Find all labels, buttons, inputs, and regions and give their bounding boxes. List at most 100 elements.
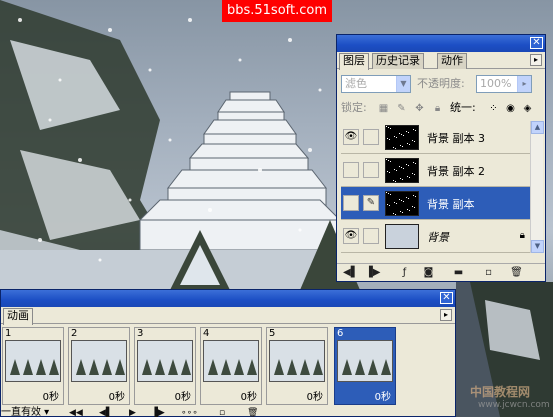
layer-name: 背景 xyxy=(427,231,449,244)
frame-delay[interactable]: 0秒 xyxy=(335,388,391,403)
next-frame-icon[interactable]: ▐▶ xyxy=(151,408,165,417)
trash-icon[interactable]: 🗑︎ xyxy=(247,408,258,417)
frame-number: 4 xyxy=(203,328,210,339)
snow-speck xyxy=(413,129,414,130)
scroll-up-icon[interactable]: ▲ xyxy=(531,121,544,134)
opacity-label: 不透明度: xyxy=(417,77,465,90)
animation-frame[interactable]: 4 0秒 xyxy=(200,327,262,405)
eye-hidden-box[interactable] xyxy=(343,162,359,178)
snow-speck xyxy=(409,144,410,145)
tree-shape xyxy=(89,359,99,375)
panel-menu-button[interactable]: ▸ xyxy=(530,54,542,66)
eye-hidden-box[interactable] xyxy=(343,195,359,211)
snow-speck xyxy=(396,170,397,171)
snow-speck xyxy=(400,145,401,146)
opacity-field[interactable]: 100% ▸ xyxy=(476,75,532,93)
layers-panel: ✕ 图层 历史记录 动作 ▸ 滤色 ▼ 不透明度: 100% ▸ 锁定: ▦ ✎… xyxy=(336,34,546,282)
animation-frame[interactable]: 2 0秒 xyxy=(68,327,130,405)
layer-style-icon[interactable]: ƒ xyxy=(397,266,412,279)
snow-speck xyxy=(408,165,409,166)
frame-delay[interactable]: 0秒 xyxy=(201,388,257,403)
tree-shape xyxy=(36,359,46,375)
tree-shape xyxy=(155,359,165,375)
lock-position-icon[interactable]: ✥ xyxy=(413,102,426,115)
panel-menu-button[interactable]: ▸ xyxy=(440,309,452,321)
layer-row[interactable]: 背景 副本 2 xyxy=(341,154,531,187)
tree-shape xyxy=(208,359,218,375)
link-box[interactable] xyxy=(363,162,379,178)
eye-icon[interactable]: 👁︎ xyxy=(343,129,359,145)
layer-name: 背景 副本 2 xyxy=(427,165,485,178)
frame-delay[interactable]: 0秒 xyxy=(135,388,191,403)
prev-frame-icon[interactable]: ◀▌ xyxy=(99,408,113,417)
snow-speck xyxy=(408,132,409,133)
mask-icon[interactable]: ◙ xyxy=(421,266,436,279)
snow-speck xyxy=(400,211,401,212)
site-logo-url: www.jcwcn.com xyxy=(478,400,550,410)
scroll-down-icon[interactable]: ▼ xyxy=(531,240,544,253)
snow-speck xyxy=(396,137,397,138)
snow-speck xyxy=(406,197,407,198)
animation-frame[interactable]: 1 0秒 xyxy=(2,327,64,405)
brush-icon[interactable]: ✎ xyxy=(363,195,379,211)
snow-speck xyxy=(403,168,404,169)
link-box[interactable] xyxy=(363,228,379,244)
tab-layers[interactable]: 图层 xyxy=(339,53,369,70)
snow-speck xyxy=(407,176,408,177)
snow-speck xyxy=(414,207,415,208)
site-logo: 中国教程网 www.jcwcn.com xyxy=(452,383,550,413)
unify-position-icon[interactable]: ⁘ xyxy=(487,102,500,115)
layer-row[interactable]: 👁︎ 背景 副本 3 xyxy=(341,121,531,154)
snow-speck xyxy=(412,140,413,141)
trash-icon[interactable]: 🗑︎ xyxy=(509,266,524,279)
prev-icon[interactable]: ◀▌ xyxy=(343,266,358,279)
animation-frame[interactable]: 5 0秒 xyxy=(266,327,328,405)
tab-actions[interactable]: 动作 xyxy=(437,53,467,69)
animation-frame[interactable]: 3 0秒 xyxy=(134,327,196,405)
tween-icon[interactable]: ∘∘∘ xyxy=(181,408,198,417)
layers-scrollbar[interactable]: ▲ ▼ xyxy=(530,121,544,253)
lock-pixels-icon[interactable]: ✎ xyxy=(395,102,408,115)
frame-delay[interactable]: 0秒 xyxy=(69,388,125,403)
playback-controls: ◀◀ ◀▌ ▶ ▐▶ ∘∘∘ ▫ 🗑︎ xyxy=(1,408,455,417)
snow-speck xyxy=(402,146,403,147)
frame-number: 3 xyxy=(137,328,144,339)
lock-transparent-icon[interactable]: ▦ xyxy=(377,102,390,115)
snow-speck xyxy=(390,194,391,195)
snow-speck xyxy=(401,134,402,135)
snow-speck xyxy=(386,159,387,160)
lock-label: 锁定: xyxy=(341,101,367,114)
frame-delay[interactable]: 0秒 xyxy=(3,388,59,403)
snow-speck xyxy=(395,148,396,149)
tree-shape xyxy=(381,359,391,375)
link-box[interactable] xyxy=(363,129,379,145)
duplicate-frame-icon[interactable]: ▫ xyxy=(219,408,225,417)
frame-delay[interactable]: 0秒 xyxy=(267,388,323,403)
layer-name: 背景 副本 3 xyxy=(427,132,485,145)
unify-style-icon[interactable]: ◈ xyxy=(521,102,534,115)
play-icon[interactable]: ▶ xyxy=(129,408,136,417)
tab-animation[interactable]: 动画 xyxy=(3,308,33,325)
snow-speck xyxy=(388,127,389,128)
close-icon[interactable]: ✕ xyxy=(440,292,453,304)
unify-visibility-icon[interactable]: ◉ xyxy=(504,102,517,115)
panel-titlebar[interactable]: ✕ xyxy=(1,290,455,307)
blend-mode-select[interactable]: 滤色 ▼ xyxy=(341,75,411,93)
next-icon[interactable]: ▐▶ xyxy=(365,266,380,279)
close-icon[interactable]: ✕ xyxy=(530,37,543,49)
first-frame-icon[interactable]: ◀◀ xyxy=(69,408,83,417)
tree-shape xyxy=(368,359,378,375)
lock-all-icon[interactable]: 🔒︎ xyxy=(431,102,444,115)
snow-speck xyxy=(389,172,390,173)
snow-speck xyxy=(401,200,402,201)
layer-row-selected[interactable]: ✎ 背景 副本 xyxy=(341,187,531,220)
new-layer-icon[interactable]: ▫ xyxy=(481,266,496,279)
eye-icon[interactable]: 👁︎ xyxy=(343,228,359,244)
folder-icon[interactable]: ▬ xyxy=(451,266,466,279)
tab-history[interactable]: 历史记录 xyxy=(372,53,424,69)
chevron-down-icon: ▼ xyxy=(396,76,410,92)
panel-titlebar[interactable]: ✕ xyxy=(337,35,545,52)
animation-frame-selected[interactable]: 6 0秒 xyxy=(334,327,396,405)
layer-row[interactable]: 👁︎ 背景 🔒︎ xyxy=(341,220,531,253)
snow-speck xyxy=(394,169,395,170)
